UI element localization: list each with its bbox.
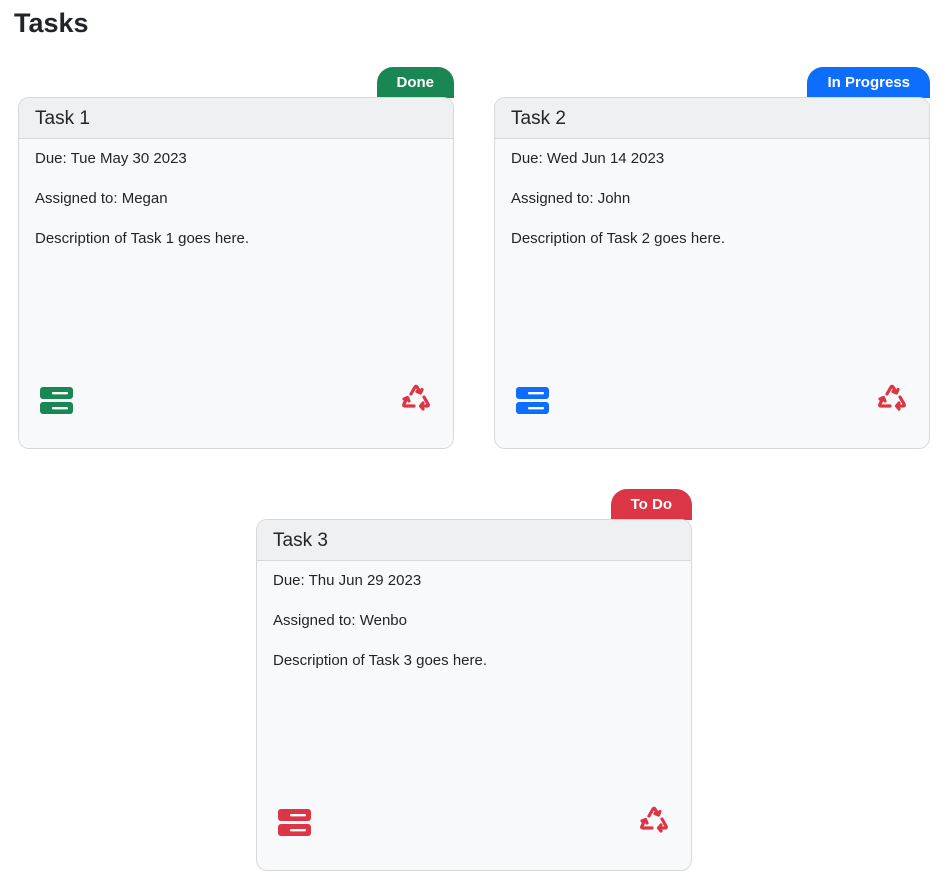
server-icon[interactable] <box>278 809 311 836</box>
task-due-date: Due: Wed Jun 14 2023 <box>511 150 665 167</box>
task-title: Task 2 <box>495 98 929 139</box>
status-badge-in-progress[interactable]: In Progress <box>807 67 930 98</box>
task-card-3: To Do Task 3 Due: Thu Jun 29 2023 Assign… <box>256 489 692 871</box>
task-card-body-1: Task 1 Due: Tue May 30 2023 Assigned to:… <box>18 97 454 449</box>
page-title: Tasks <box>14 8 89 38</box>
task-details: Due: Thu Jun 29 2023 Assigned to: Wenbo … <box>257 561 691 670</box>
task-card-1: Done Task 1 Due: Tue May 30 2023 Assigne… <box>18 67 454 449</box>
task-description: Description of Task 3 goes here. <box>273 652 488 669</box>
recycle-icon[interactable] <box>637 804 671 838</box>
task-due-date: Due: Tue May 30 2023 <box>35 150 187 167</box>
task-description: Description of Task 2 goes here. <box>511 230 726 247</box>
task-assignee: Assigned to: Megan <box>35 190 168 207</box>
server-icon[interactable] <box>516 387 549 414</box>
task-assignee: Assigned to: John <box>511 190 631 207</box>
status-badge-todo[interactable]: To Do <box>610 489 692 520</box>
task-details: Due: Tue May 30 2023 Assigned to: Megan … <box>19 139 453 248</box>
task-due-date: Due: Thu Jun 29 2023 <box>273 572 422 589</box>
status-badge-done[interactable]: Done <box>376 67 454 98</box>
server-icon[interactable] <box>40 387 73 414</box>
task-assignee: Assigned to: Wenbo <box>273 612 407 629</box>
task-title: Task 3 <box>257 520 691 561</box>
task-card-body-3: Task 3 Due: Thu Jun 29 2023 Assigned to:… <box>256 519 692 871</box>
task-card-2: In Progress Task 2 Due: Wed Jun 14 2023 … <box>494 67 930 449</box>
task-card-body-2: Task 2 Due: Wed Jun 14 2023 Assigned to:… <box>494 97 930 449</box>
task-details: Due: Wed Jun 14 2023 Assigned to: John D… <box>495 139 929 248</box>
task-title: Task 1 <box>19 98 453 139</box>
task-description: Description of Task 1 goes here. <box>35 230 250 247</box>
recycle-icon[interactable] <box>875 382 909 416</box>
recycle-icon[interactable] <box>399 382 433 416</box>
